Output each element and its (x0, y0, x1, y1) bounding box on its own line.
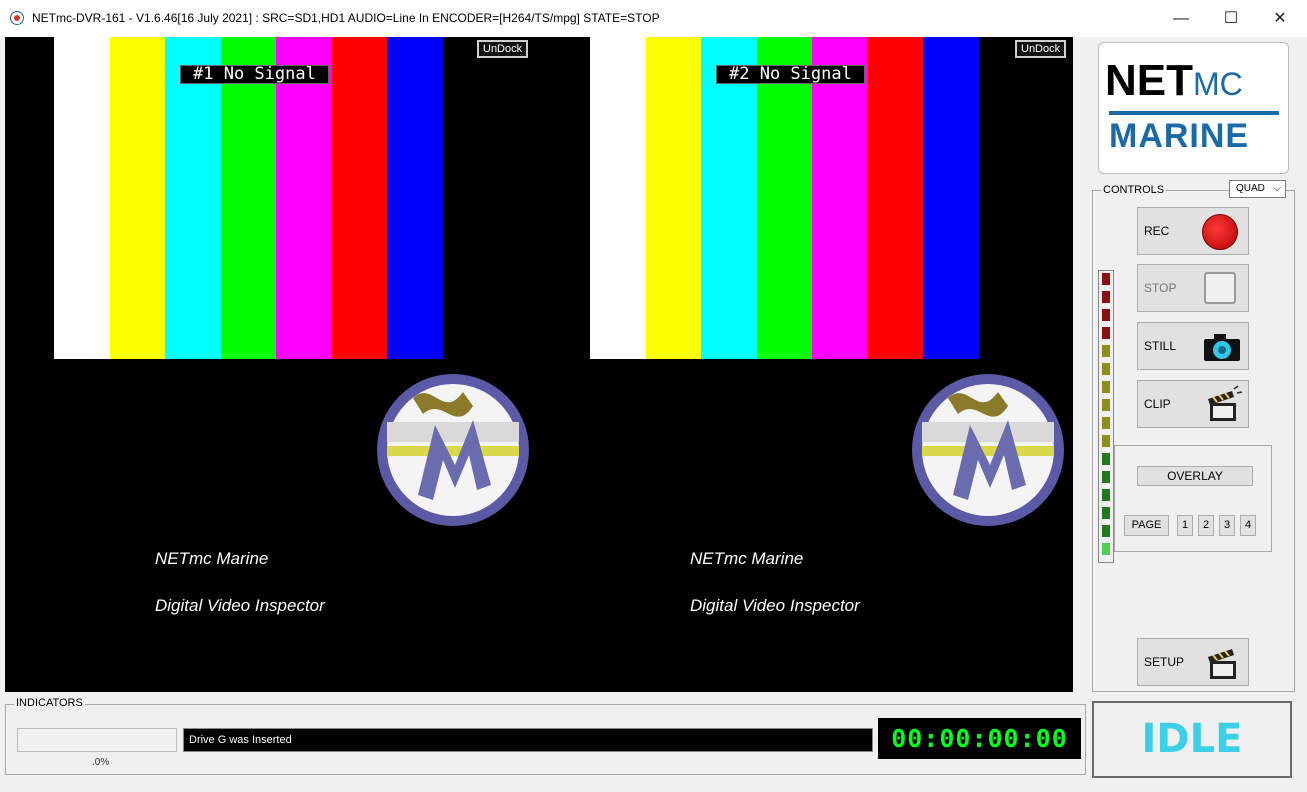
undock-button-1[interactable]: UnDock (477, 40, 529, 58)
controls-label: CONTROLS (1101, 184, 1167, 196)
close-button[interactable]: ✕ (1257, 6, 1303, 32)
status-message: Drive G was Inserted (183, 728, 873, 752)
color-bar-5 (276, 37, 332, 359)
stop-button[interactable]: STOP (1137, 264, 1249, 312)
color-bar-2 (645, 37, 701, 359)
video-area: #1 No Signal UnDock NETmc Marine Digital… (5, 37, 1073, 692)
overlay-button[interactable]: OVERLAY (1137, 466, 1253, 486)
meter-segment (1102, 345, 1110, 357)
meter-segment (1102, 435, 1110, 447)
color-bar-7 (387, 37, 443, 359)
color-bars-2 (590, 37, 979, 359)
window-title: NETmc-DVR-161 - V1.6.46[16 July 2021] : … (32, 11, 660, 25)
color-bar-2 (109, 37, 165, 359)
clip-button[interactable]: CLIP (1137, 380, 1249, 428)
stop-label: STOP (1144, 281, 1177, 295)
chevron-down-icon: ⌵ (1273, 183, 1281, 194)
caption-2-line2: Digital Video Inspector (690, 596, 860, 615)
netmc-marine-logo: NETMC MARINE (1098, 42, 1289, 174)
logo-net-text: NET (1105, 56, 1193, 105)
meter-segment (1102, 507, 1110, 519)
netmc-m-emblem-1 (377, 374, 529, 526)
state-display: IDLE (1141, 716, 1243, 762)
minimize-button[interactable]: — (1158, 6, 1204, 32)
page-2-button[interactable]: 2 (1198, 515, 1214, 536)
caption-2-line1: NETmc Marine (690, 549, 804, 568)
clapperboard-icon (1208, 385, 1243, 421)
meter-segment (1102, 273, 1110, 285)
caption-1-line1: NETmc Marine (155, 549, 269, 568)
meter-segment (1102, 525, 1110, 537)
color-bar-6 (331, 37, 387, 359)
app-icon (10, 11, 24, 25)
page-label-button: PAGE (1124, 515, 1169, 536)
clip-label: CLIP (1144, 397, 1171, 411)
netmc-m-emblem-2 (912, 374, 1064, 526)
progress-bar (17, 728, 177, 752)
timecode-display: 00:00:00:00 (878, 718, 1081, 759)
color-bar-4 (756, 37, 812, 359)
meter-segment (1102, 417, 1110, 429)
meter-segment (1102, 471, 1110, 483)
meter-segment (1102, 543, 1110, 555)
undock-button-2[interactable]: UnDock (1015, 40, 1067, 58)
meter-segment (1102, 327, 1110, 339)
color-bar-5 (812, 37, 868, 359)
indicators-label: INDICATORS (14, 697, 85, 709)
clapperboard-icon (1208, 649, 1236, 679)
color-bar-6 (867, 37, 923, 359)
logo-mc-text: MC (1193, 66, 1243, 102)
color-bars-1 (54, 37, 443, 359)
still-label: STILL (1144, 339, 1177, 353)
still-button[interactable]: STILL (1137, 322, 1249, 370)
progress-percent: .0% (92, 757, 110, 768)
rec-label: REC (1144, 224, 1170, 238)
color-bar-4 (220, 37, 276, 359)
meter-segment (1102, 291, 1110, 303)
view-mode-select[interactable]: QUAD ⌵ (1229, 180, 1286, 198)
color-bar-7 (923, 37, 979, 359)
meter-segment (1102, 309, 1110, 321)
record-icon (1202, 214, 1238, 250)
color-bar-3 (165, 37, 221, 359)
camera-icon (1204, 334, 1240, 361)
maximize-button[interactable]: ☐ (1208, 6, 1254, 32)
no-signal-label-2: #2 No Signal (716, 65, 865, 84)
meter-segment (1102, 363, 1110, 375)
page-4-button[interactable]: 4 (1240, 515, 1256, 536)
color-bar-1 (54, 37, 110, 359)
logo-marine-text: MARINE (1109, 117, 1250, 155)
color-bar-3 (701, 37, 757, 359)
setup-label: SETUP (1144, 655, 1185, 669)
view-mode-value: QUAD (1236, 183, 1265, 194)
color-bar-1 (590, 37, 646, 359)
caption-1-line2: Digital Video Inspector (155, 596, 325, 615)
meter-segment (1102, 489, 1110, 501)
meter-segment (1102, 381, 1110, 393)
no-signal-label-1: #1 No Signal (180, 65, 329, 84)
page-3-button[interactable]: 3 (1219, 515, 1235, 536)
rec-button[interactable]: REC (1137, 207, 1249, 255)
meter-segment (1102, 453, 1110, 465)
setup-button[interactable]: SETUP (1137, 638, 1249, 686)
meter-segment (1102, 399, 1110, 411)
stop-icon (1204, 272, 1236, 304)
page-1-button[interactable]: 1 (1177, 515, 1193, 536)
